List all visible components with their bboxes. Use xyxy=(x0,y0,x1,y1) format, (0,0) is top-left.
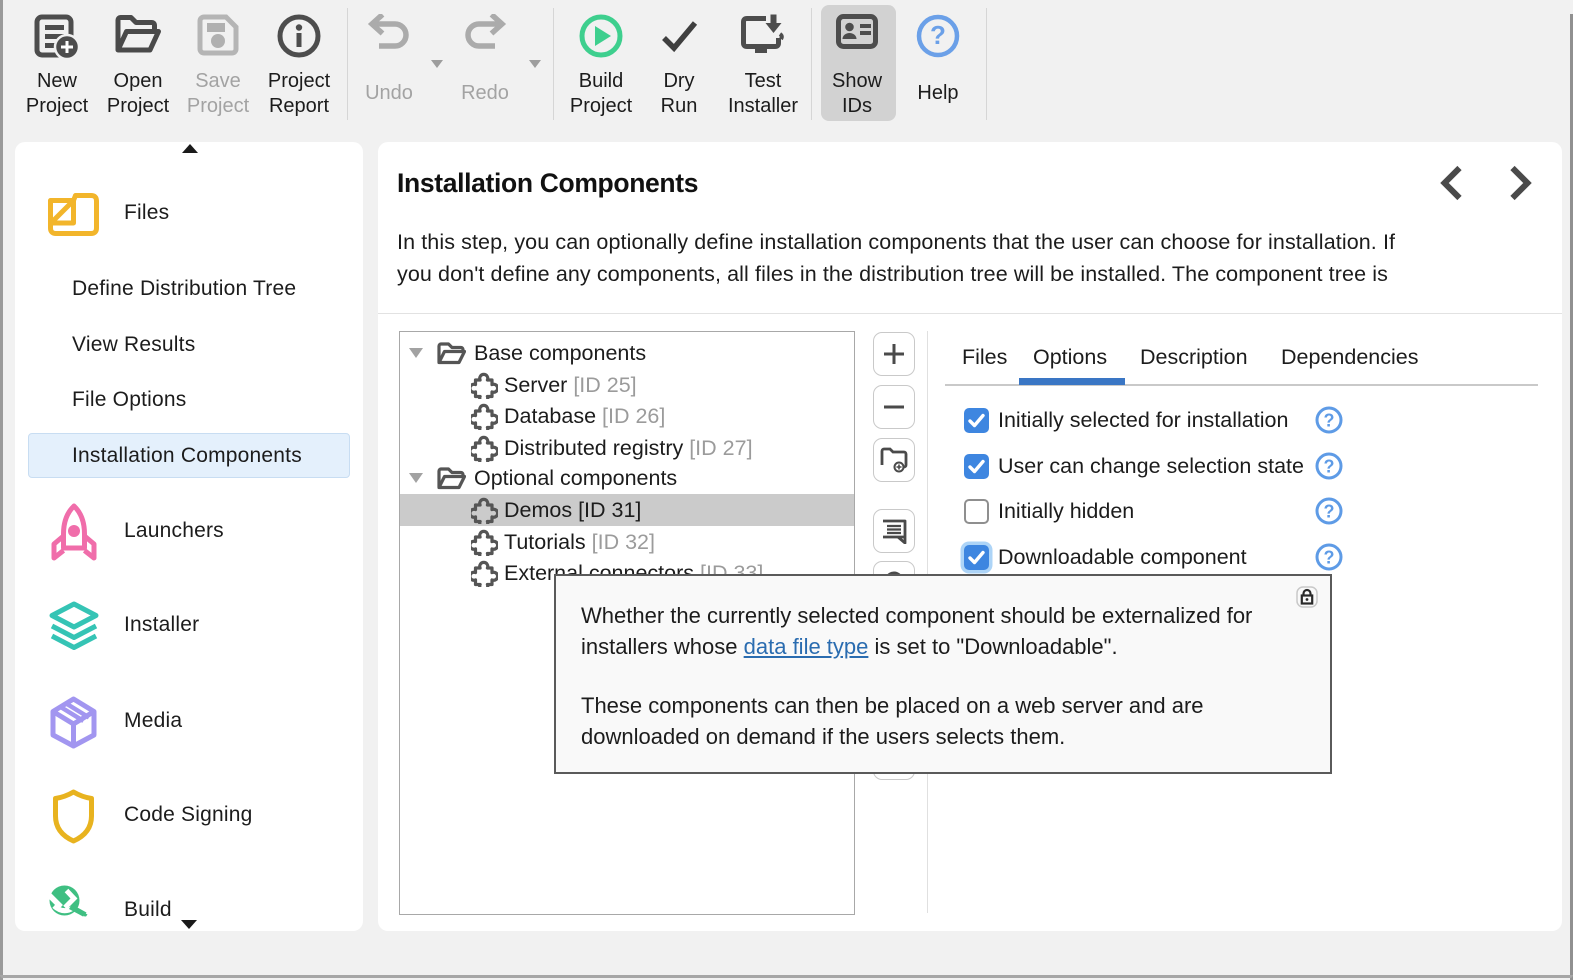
svg-text:?: ? xyxy=(1324,502,1335,522)
svg-text:?: ? xyxy=(930,20,946,50)
svg-text:?: ? xyxy=(1324,457,1335,477)
svg-text:?: ? xyxy=(1324,411,1335,431)
svg-text:?: ? xyxy=(1324,548,1335,568)
